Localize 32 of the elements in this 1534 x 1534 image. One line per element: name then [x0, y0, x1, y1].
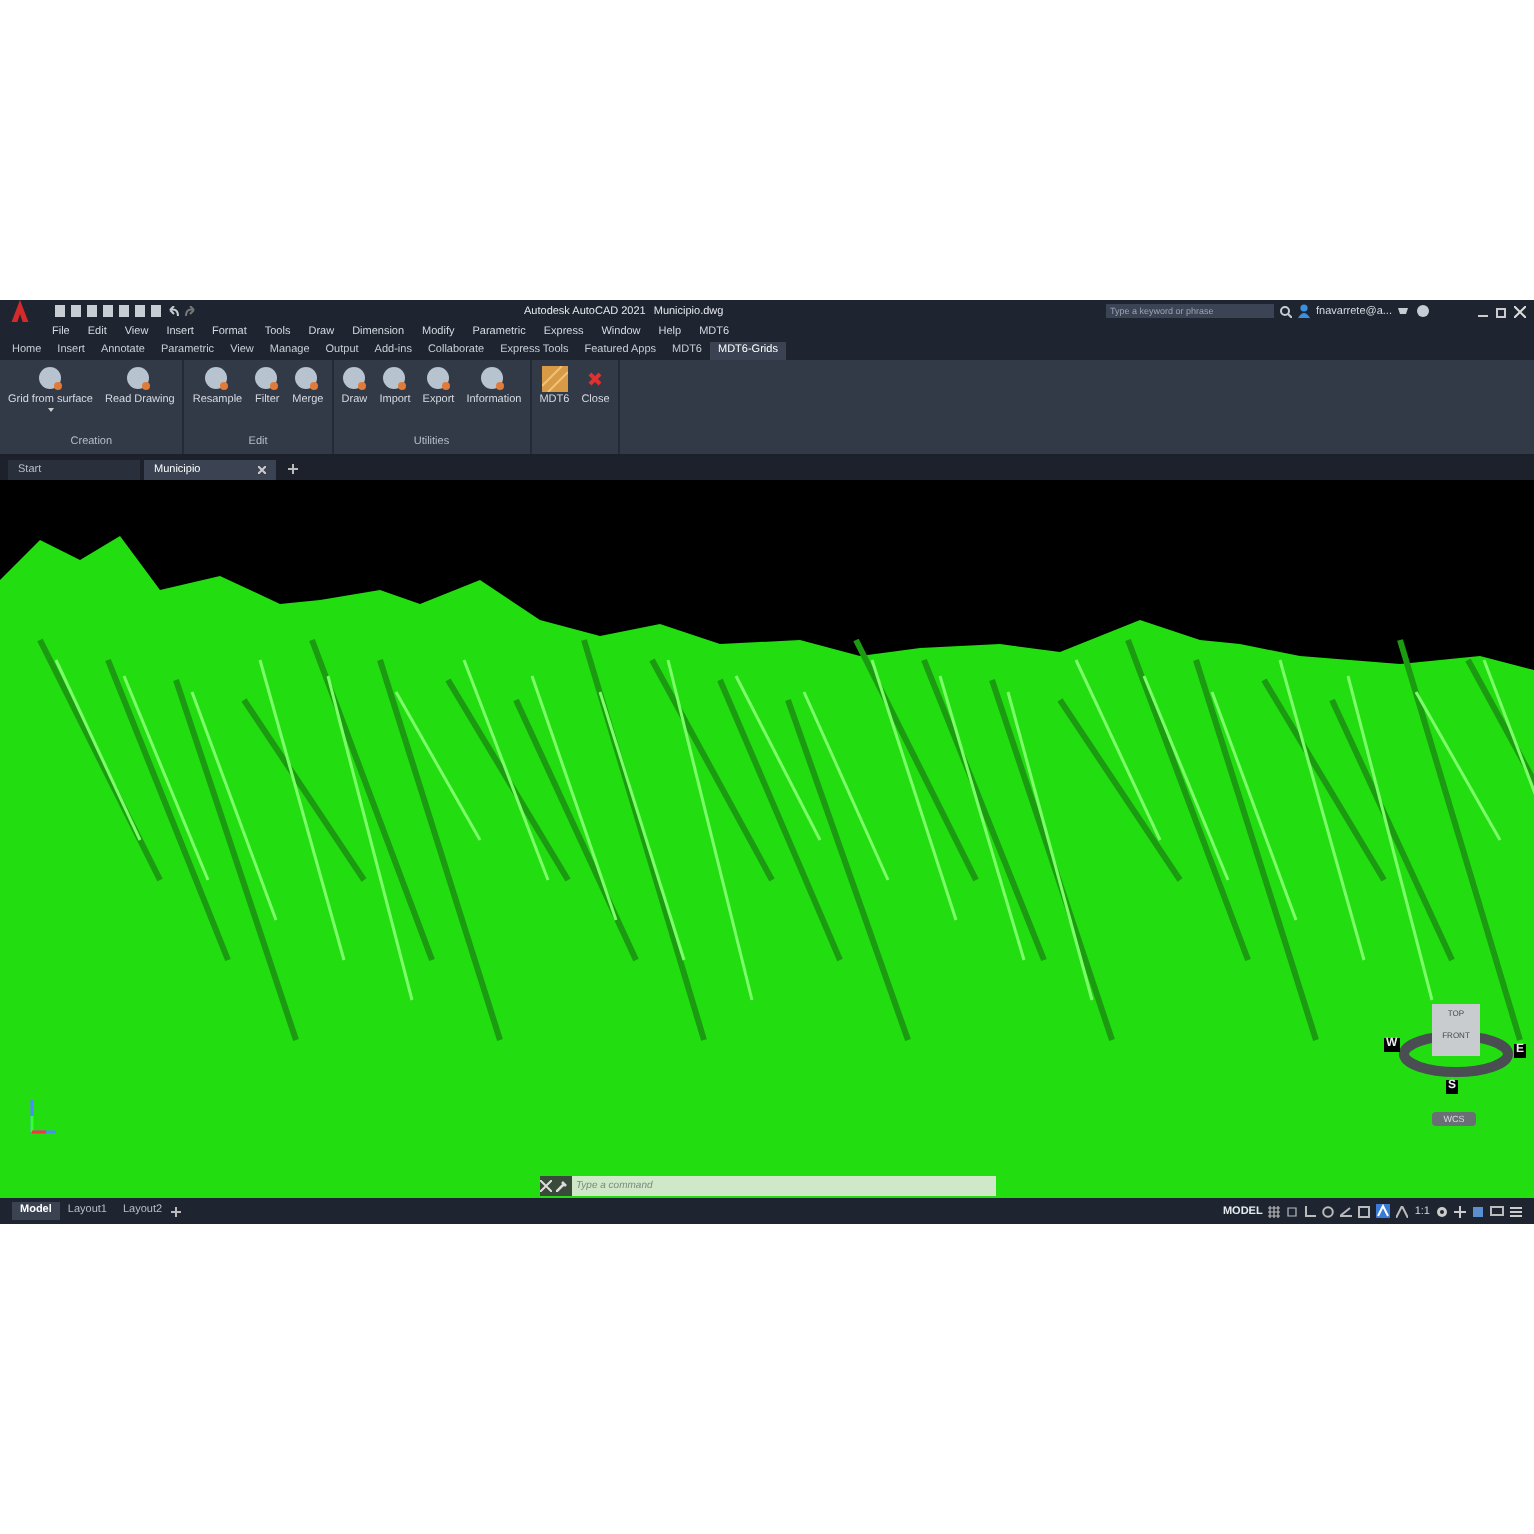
layers-icon[interactable]: [1472, 1205, 1484, 1217]
sphere-icon: [37, 366, 64, 392]
plus-icon[interactable]: [286, 462, 300, 476]
sphere-icon: [294, 366, 321, 392]
person-icon[interactable]: [1298, 304, 1310, 318]
angle-icon[interactable]: [1340, 1205, 1353, 1217]
close-icon[interactable]: [258, 466, 266, 474]
sphere-icon: [382, 366, 408, 392]
sphere-icon: [254, 366, 281, 392]
grid-icon[interactable]: [1268, 1205, 1281, 1217]
sphere-icon: [341, 366, 368, 392]
snap-icon[interactable]: [1286, 1205, 1299, 1217]
plus-icon[interactable]: [170, 1205, 183, 1217]
monitor-icon[interactable]: [1490, 1205, 1504, 1217]
sphere-icon: [425, 366, 452, 392]
polar-icon[interactable]: [1322, 1205, 1335, 1217]
sphere-icon: [126, 366, 153, 392]
plus-icon[interactable]: [1454, 1205, 1466, 1217]
sphere-icon: [204, 366, 231, 392]
menu-icon[interactable]: [1510, 1205, 1522, 1217]
ucs-axes-icon: [28, 1100, 56, 1136]
redo-icon[interactable]: [184, 305, 198, 317]
close-icon[interactable]: [540, 1180, 552, 1192]
restore-icon[interactable]: [1496, 305, 1508, 317]
wrench-icon[interactable]: [556, 1180, 568, 1192]
search-icon[interactable]: [1280, 305, 1292, 317]
close-icon[interactable]: [1514, 305, 1526, 317]
undo-icon[interactable]: [166, 305, 180, 317]
sphere-icon: [480, 366, 507, 392]
ortho-icon[interactable]: [1304, 1205, 1317, 1217]
texture-icon: [541, 366, 568, 392]
square-icon[interactable]: [1358, 1205, 1371, 1217]
